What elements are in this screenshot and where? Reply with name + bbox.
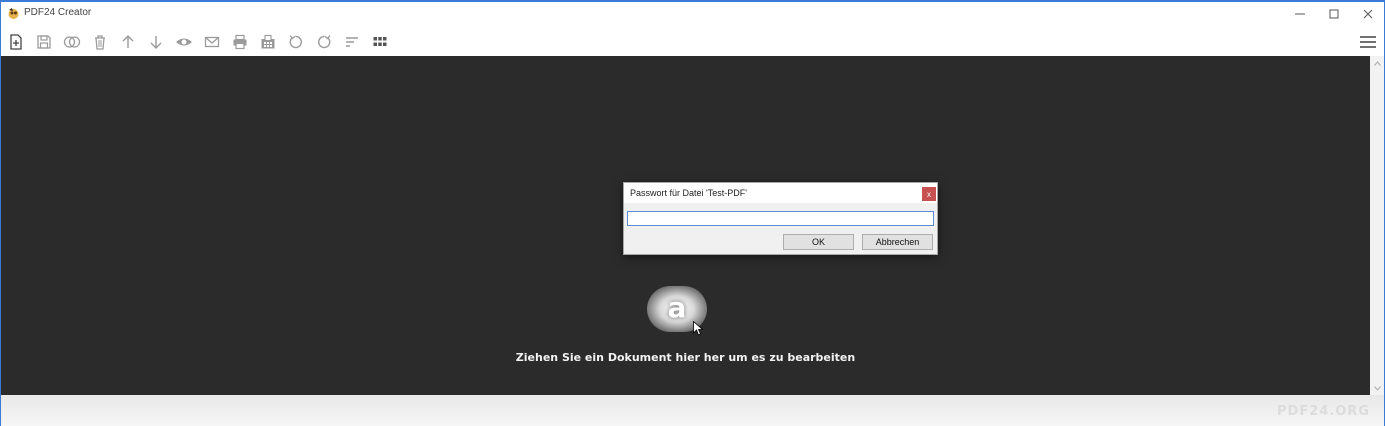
rotate-right-icon bbox=[318, 35, 331, 49]
merge-icon bbox=[63, 36, 81, 48]
move-up-icon bbox=[122, 35, 134, 48]
chevron-up-icon bbox=[1373, 60, 1381, 66]
drop-logo-letter: a bbox=[667, 290, 687, 324]
merge-button[interactable] bbox=[61, 31, 83, 53]
footer-bar: PDF24.ORG bbox=[1, 395, 1384, 426]
dialog-close-button[interactable]: x bbox=[922, 187, 936, 201]
print-icon bbox=[233, 34, 247, 50]
pdf24-window: PDF24 Creator a Ziehen Sie ein Dokument … bbox=[0, 0, 1385, 426]
email-button[interactable] bbox=[201, 31, 223, 53]
fax-icon bbox=[261, 34, 275, 49]
print-button[interactable] bbox=[229, 31, 251, 53]
email-icon bbox=[204, 36, 220, 48]
dialog-title: Passwort für Datei 'Test-PDF' bbox=[630, 188, 747, 198]
maximize-icon bbox=[1329, 9, 1339, 19]
move-down-button[interactable] bbox=[145, 31, 167, 53]
maximize-button[interactable] bbox=[1317, 2, 1351, 26]
window-title: PDF24 Creator bbox=[24, 7, 92, 18]
delete-button[interactable] bbox=[89, 31, 111, 53]
vertical-scrollbar[interactable] bbox=[1370, 56, 1384, 395]
cancel-button[interactable]: Abbrechen bbox=[862, 234, 933, 250]
rotate-left-button[interactable] bbox=[285, 31, 307, 53]
rotate-right-button[interactable] bbox=[313, 31, 335, 53]
grid-view-button[interactable] bbox=[369, 31, 391, 53]
chevron-down-icon bbox=[1373, 385, 1381, 391]
preview-icon bbox=[176, 38, 192, 46]
fax-button[interactable] bbox=[257, 31, 279, 53]
grid-view-icon bbox=[373, 37, 387, 46]
title-bar: PDF24 Creator bbox=[1, 2, 1384, 26]
rotate-left-icon bbox=[289, 35, 302, 49]
close-icon bbox=[1363, 9, 1373, 19]
sort-button[interactable] bbox=[341, 31, 363, 53]
new-file-icon bbox=[10, 34, 22, 50]
scroll-down-button[interactable] bbox=[1370, 381, 1384, 395]
close-button[interactable] bbox=[1351, 2, 1385, 26]
save-button[interactable] bbox=[33, 31, 55, 53]
mouse-cursor-icon bbox=[693, 321, 703, 336]
password-dialog: Passwort für Datei 'Test-PDF' x OK Abbre… bbox=[623, 182, 938, 255]
scroll-up-button[interactable] bbox=[1370, 56, 1384, 70]
new-file-button[interactable] bbox=[5, 31, 27, 53]
preview-button[interactable] bbox=[173, 31, 195, 53]
ok-button[interactable]: OK bbox=[783, 234, 854, 250]
sort-icon bbox=[346, 37, 358, 47]
dialog-title-bar: Passwort für Datei 'Test-PDF' x bbox=[624, 183, 937, 203]
brand-label: PDF24.ORG bbox=[1277, 404, 1370, 419]
minimize-icon bbox=[1295, 13, 1305, 15]
save-icon bbox=[37, 35, 51, 49]
main-menu-button[interactable] bbox=[1356, 31, 1380, 53]
hamburger-menu-icon bbox=[1360, 36, 1376, 48]
minimize-button[interactable] bbox=[1283, 2, 1317, 26]
move-up-button[interactable] bbox=[117, 31, 139, 53]
toolbar bbox=[1, 26, 1384, 56]
drop-hint-text: Ziehen Sie ein Dokument hier her um es z… bbox=[515, 351, 856, 364]
delete-icon bbox=[95, 35, 105, 50]
password-input[interactable] bbox=[627, 211, 934, 226]
pdf24-logo-icon bbox=[8, 8, 19, 19]
move-down-icon bbox=[150, 36, 162, 49]
